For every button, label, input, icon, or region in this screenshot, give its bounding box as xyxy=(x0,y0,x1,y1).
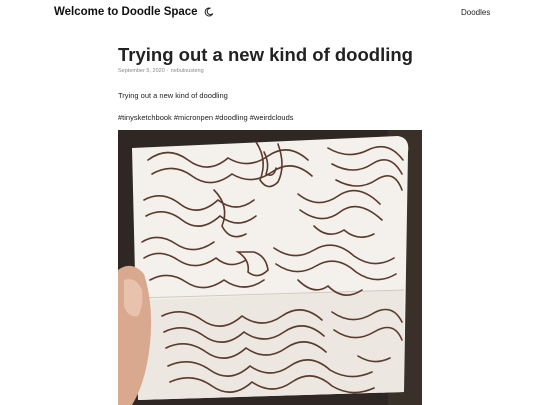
post-article: Trying out a new kind of doodling Septem… xyxy=(118,44,422,405)
site-title-link[interactable]: Welcome to Doodle Space xyxy=(54,6,214,18)
post-meta: September 5, 2020 · nebulousteng xyxy=(118,68,422,74)
moon-icon[interactable] xyxy=(204,7,214,17)
nav-doodles-link[interactable]: Doodles xyxy=(461,8,490,17)
post-title: Trying out a new kind of doodling xyxy=(118,44,413,65)
post-body: Trying out a new kind of doodling #tinys… xyxy=(118,91,422,122)
post-author: nebulousteng xyxy=(170,68,204,74)
site-header: Welcome to Doodle Space Doodles xyxy=(0,0,540,26)
site-title: Welcome to Doodle Space xyxy=(54,6,198,18)
sketchbook-photo-illustration xyxy=(118,130,422,405)
post-text: Trying out a new kind of doodling xyxy=(118,91,228,100)
meta-separator: · xyxy=(166,68,169,74)
post-date: September 5, 2020 xyxy=(118,68,165,74)
post-photo xyxy=(118,130,422,405)
post-hashtags: #tinysketchbook #micronpen #doodling #we… xyxy=(118,113,294,122)
